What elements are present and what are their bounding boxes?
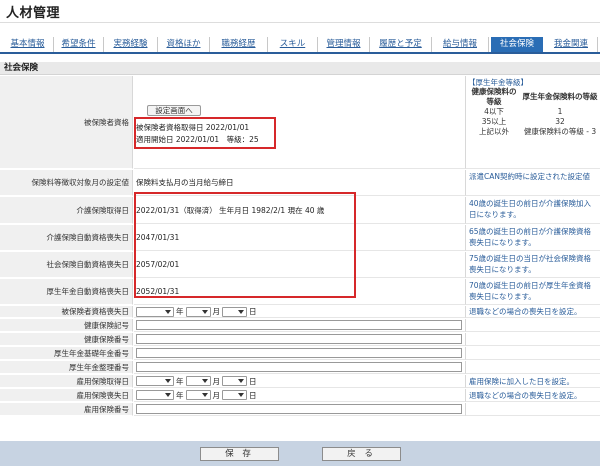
emp-acquired-year-select[interactable] bbox=[136, 376, 174, 386]
grade-row-2-health: 35以上 bbox=[481, 117, 507, 126]
health-symbol-label: 健康保険記号 bbox=[0, 319, 133, 332]
health-symbol-input[interactable] bbox=[136, 320, 462, 330]
highlight-box-auto-dates bbox=[134, 192, 356, 298]
settings-screen-button[interactable]: 設定画面へ bbox=[147, 105, 201, 116]
insured-lost-date: 年 月 日 bbox=[134, 306, 465, 318]
grade-row-1-pension: 1 bbox=[557, 107, 563, 116]
day-unit: 日 bbox=[249, 390, 257, 400]
emp-number-label: 雇用保険番号 bbox=[0, 403, 133, 416]
insured-lost-year-select[interactable] bbox=[136, 306, 174, 317]
social-lost-note: 75歳の誕生日の当日が社会保険資格喪失日になります。 bbox=[465, 252, 600, 278]
month-unit: 月 bbox=[212, 376, 221, 386]
grade-header-health: 健康保険料の等級 bbox=[471, 87, 517, 106]
back-button[interactable]: 戻 る bbox=[322, 447, 401, 461]
emp-number-note bbox=[465, 403, 600, 416]
tab-skills[interactable]: スキル bbox=[268, 37, 318, 52]
pension-ref-number-note bbox=[465, 361, 600, 374]
section-header: 社会保険 bbox=[0, 62, 600, 75]
tab-work-experience[interactable]: 実務経験 bbox=[104, 37, 158, 52]
pension-ref-number-cell bbox=[134, 361, 465, 374]
grade-table-title: 【厚生年金等級】 bbox=[468, 78, 528, 87]
page-title: 人材管理 bbox=[6, 6, 61, 21]
tab-salary-info[interactable]: 給与情報 bbox=[432, 37, 489, 52]
qualification-label: 被保険者資格 bbox=[0, 76, 133, 169]
year-unit: 年 bbox=[176, 307, 184, 316]
emp-acquired-label: 雇用保険取得日 bbox=[0, 375, 133, 388]
care-lost-note: 65歳の誕生日の前日が介護保険資格喪失日になります。 bbox=[465, 225, 600, 251]
emp-number-input[interactable] bbox=[136, 404, 462, 414]
save-button[interactable]: 保 存 bbox=[200, 447, 279, 461]
pension-base-number-label: 厚生年金基礎年金番号 bbox=[0, 347, 133, 360]
insured-lost-day-select[interactable] bbox=[222, 306, 247, 317]
emp-acquired-month-select[interactable] bbox=[185, 376, 211, 386]
insured-lost-month-select[interactable] bbox=[185, 306, 211, 317]
care-acquired-note: 40歳の誕生日の前日が介護保険加入日になります。 bbox=[465, 197, 600, 224]
care-acquired-label: 介護保険取得日 bbox=[0, 197, 133, 224]
emp-acquired-note: 雇用保険に加入した日を設定。 bbox=[465, 375, 600, 388]
base-month-note: 派遣CAN契約時に設定された設定値 bbox=[465, 170, 600, 196]
tab-money-related[interactable]: 我金関連 bbox=[545, 37, 598, 52]
health-number-label: 健康保険番号 bbox=[0, 333, 133, 346]
month-unit: 月 bbox=[212, 307, 221, 316]
health-symbol-cell bbox=[134, 319, 465, 332]
tab-desired-conditions[interactable]: 希望条件 bbox=[54, 37, 104, 52]
tab-management-info[interactable]: 管理情報 bbox=[318, 37, 370, 52]
grade-header-pension: 厚生年金保険料の等級 bbox=[522, 92, 598, 101]
health-number-input[interactable] bbox=[136, 334, 462, 344]
grade-row-1-health: 4以下 bbox=[484, 107, 504, 116]
health-number-cell bbox=[134, 333, 465, 346]
title-divider bbox=[0, 22, 600, 23]
health-symbol-note bbox=[465, 319, 600, 332]
social-lost-label: 社会保険自動資格喪失日 bbox=[0, 252, 133, 278]
year-unit: 年 bbox=[176, 376, 184, 386]
emp-lost-year-select[interactable] bbox=[136, 390, 174, 400]
pension-base-number-note bbox=[465, 347, 600, 360]
pension-base-number-input[interactable] bbox=[136, 348, 462, 358]
year-unit: 年 bbox=[176, 390, 184, 400]
emp-number-cell bbox=[134, 403, 465, 416]
tab-career-history[interactable]: 職務経歴 bbox=[210, 37, 268, 52]
emp-lost-day-select[interactable] bbox=[222, 390, 247, 400]
highlight-box-qualification bbox=[134, 117, 276, 149]
emp-lost-note: 退職などの場合の喪失日を設定。 bbox=[465, 389, 600, 402]
grade-row-3-health: 上記以外 bbox=[479, 127, 509, 136]
emp-acquired-day-select[interactable] bbox=[222, 376, 247, 386]
footer-bar bbox=[0, 441, 600, 466]
tab-bar: 基本情報 希望条件 実務経験 資格ほか 職務経歴 スキル 管理情報 履歴と予定 … bbox=[0, 37, 600, 54]
pension-ref-number-input[interactable] bbox=[136, 362, 462, 372]
emp-lost-month-select[interactable] bbox=[185, 390, 211, 400]
emp-acquired-date: 年 月 日 bbox=[134, 375, 465, 388]
pension-ref-number-label: 厚生年金整理番号 bbox=[0, 361, 133, 374]
grade-table-panel: 【厚生年金等級】 健康保険料の等級 厚生年金保険料の等級 4以下 1 35以上 … bbox=[465, 76, 600, 169]
tab-history-schedule[interactable]: 履歴と予定 bbox=[370, 37, 432, 52]
pension-lost-note: 70歳の誕生日の前日が厚生年金資格喪失日になります。 bbox=[465, 279, 600, 305]
tab-social-insurance[interactable]: 社会保険 bbox=[491, 37, 543, 52]
tab-basic-info[interactable]: 基本情報 bbox=[2, 37, 54, 52]
day-unit: 日 bbox=[249, 307, 257, 316]
insured-lost-note: 退職などの場合の喪失日を設定。 bbox=[465, 306, 600, 318]
tab-qualifications[interactable]: 資格ほか bbox=[158, 37, 210, 52]
care-lost-label: 介護保険自動資格喪失日 bbox=[0, 225, 133, 251]
insured-lost-label: 被保険者資格喪失日 bbox=[0, 306, 133, 318]
month-unit: 月 bbox=[212, 390, 221, 400]
pension-lost-label: 厚生年金自動資格喪失日 bbox=[0, 279, 133, 305]
grade-row-2-pension: 32 bbox=[555, 117, 565, 126]
grade-row-3-pension: 健康保険料の等級 - 3 bbox=[523, 127, 597, 136]
health-number-note bbox=[465, 333, 600, 346]
base-month-label: 保険料等徴収対象月の設定値 bbox=[0, 170, 133, 196]
emp-lost-date: 年 月 日 bbox=[134, 389, 465, 402]
day-unit: 日 bbox=[249, 376, 257, 386]
emp-lost-label: 雇用保険喪失日 bbox=[0, 389, 133, 402]
pension-base-number-cell bbox=[134, 347, 465, 360]
grade-table: 健康保険料の等級 厚生年金保険料の等級 4以下 1 35以上 32 上記以外 健… bbox=[468, 87, 600, 137]
